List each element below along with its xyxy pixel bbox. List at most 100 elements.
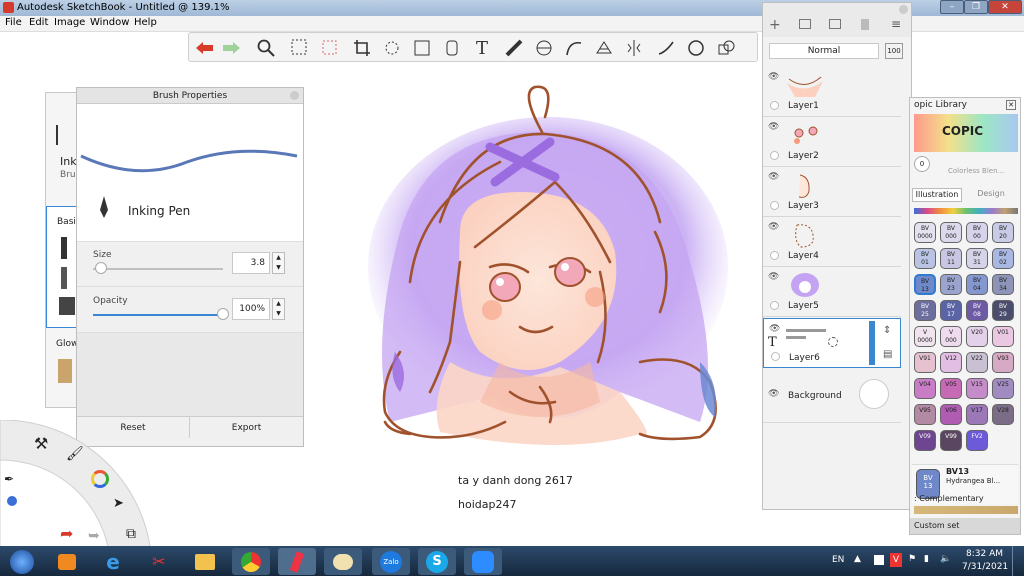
menu-help[interactable]: Help [134,17,157,28]
tab-illustration[interactable]: Illustration [912,188,962,202]
copic-swatch[interactable]: V20 [966,326,988,347]
size-value-input[interactable]: 3.8 [232,252,270,274]
distort-icon[interactable] [411,37,433,59]
select-icon[interactable] [289,37,311,59]
copic-swatch[interactable]: V25 [992,378,1014,399]
size-slider[interactable] [93,268,223,270]
visibility-eye-icon[interactable]: 👁 [768,272,779,282]
close-button[interactable]: ✕ [988,0,1022,14]
visibility-eye-icon[interactable]: 👁 [768,72,779,82]
opacity-stepper[interactable]: ▲ ▼ [272,298,285,320]
clock-time[interactable]: 8:32 AM [966,549,1003,559]
copic-swatch[interactable]: V01 [992,326,1014,347]
copic-close-icon[interactable]: ✕ [1006,100,1016,110]
layer-select-radio[interactable] [770,101,779,110]
visibility-eye-icon[interactable]: 👁 [768,389,779,399]
copic-swatch[interactable]: V05 [940,378,962,399]
media-player-icon[interactable] [48,548,86,575]
opacity-value-input[interactable]: 100% [232,298,270,320]
layer-item[interactable]: 👁 Layer5 [763,267,901,317]
custom-set-bar[interactable]: Custom set [910,518,1020,534]
current-color-dot[interactable] [7,496,17,506]
layer-options-icon[interactable]: ▤ [883,349,892,360]
show-desktop-button[interactable] [1012,546,1024,576]
copic-swatch[interactable]: V09 [914,430,936,451]
copic-swatch[interactable]: BV 20 [992,222,1014,243]
copic-swatch[interactable]: BV 23 [940,274,962,295]
tools-icon[interactable]: ⚒ [34,434,48,453]
copy-icon[interactable]: ⧉ [126,526,136,542]
transform-handle-icon[interactable] [828,337,838,347]
layer-item[interactable]: 👁 Layer3 [763,167,901,217]
copic-swatch[interactable]: V17 [966,404,988,425]
perspective-icon[interactable] [593,37,615,59]
layer-item[interactable]: 👁 Layer4 [763,217,901,267]
export-button[interactable]: Export [190,416,303,438]
sketchbook-icon[interactable] [278,548,316,575]
fill-icon[interactable] [441,37,463,59]
minimize-button[interactable]: – [940,0,964,14]
copic-swatch[interactable]: BV 08 [966,300,988,321]
copic-swatch[interactable]: V95 [914,404,936,425]
network-icon[interactable]: ▮ [924,554,929,564]
tray-app-icon[interactable] [874,555,884,565]
chrome-icon[interactable] [232,548,270,575]
lagoon-redo-icon[interactable]: ➥ [88,528,100,544]
visibility-eye-icon[interactable]: 👁 [768,122,779,132]
copic-swatch[interactable]: BV 02 [992,248,1014,269]
size-stepper[interactable]: ▲ ▼ [272,252,285,274]
size-slider-knob[interactable] [94,262,107,274]
copic-swatch[interactable]: V04 [914,378,936,399]
menu-image[interactable]: Image [54,17,85,28]
lasso-select-icon[interactable] [319,37,341,59]
layer-opacity-bar[interactable] [869,321,875,365]
text-icon[interactable]: T [471,37,493,59]
layer-select-radio[interactable] [770,301,779,310]
glow-brush-icon[interactable] [58,359,72,383]
copic-swatch[interactable]: V06 [940,404,962,425]
layers-close-icon[interactable] [899,5,908,14]
copic-swatch[interactable]: V 0000 [914,326,936,347]
layer-select-radio[interactable] [771,352,780,361]
delete-layer-icon[interactable] [861,19,869,30]
layer-menu-icon[interactable]: ≡ [891,17,901,31]
copic-swatch[interactable]: BV 00 [966,222,988,243]
opacity-slider[interactable] [93,314,223,316]
stroke-icon[interactable] [655,37,677,59]
maximize-button[interactable]: ❐ [964,0,988,14]
copic-swatch[interactable]: V28 [992,404,1014,425]
layer-select-radio[interactable] [770,201,779,210]
copic-swatch[interactable]: BV 11 [940,248,962,269]
explorer-icon[interactable] [186,548,224,575]
redo-icon[interactable] [221,37,243,59]
add-layer-icon[interactable]: + [769,17,781,33]
opacity-slider-knob[interactable] [217,308,229,320]
background-layer[interactable]: 👁 Background [763,369,901,423]
blend-mode-select[interactable]: Normal [769,43,879,59]
copic-swatch[interactable]: V93 [992,352,1014,373]
copic-swatch[interactable]: BV 29 [992,300,1014,321]
layer-item-selected[interactable]: 👁 T Layer6 [763,318,901,368]
start-button[interactable] [2,548,42,575]
copic-swatch[interactable]: BV 04 [966,274,988,295]
copic-swatch[interactable]: BV 0000 [914,222,936,243]
ie-icon[interactable]: e [94,548,132,575]
copic-swatch[interactable]: BV 17 [940,300,962,321]
copic-swatch[interactable]: V 000 [940,326,962,347]
ink-brush-icon[interactable] [61,267,67,289]
copic-swatch[interactable]: V15 [966,378,988,399]
visibility-eye-icon[interactable]: 👁 [768,222,779,232]
eraser-brush-icon[interactable] [59,297,75,315]
ellipse-icon[interactable] [685,37,707,59]
zoom-app-icon[interactable] [464,548,502,575]
copic-swatch[interactable]: BV 13 [914,274,936,295]
tab-design[interactable]: Design [966,188,1016,202]
reorder-layer-icon[interactable]: ⇕ [883,325,891,336]
panel-close-icon[interactable] [290,91,299,100]
shape-icon[interactable] [715,37,737,59]
transform-icon[interactable] [381,37,403,59]
copic-swatch[interactable]: V91 [914,352,936,373]
paint-icon[interactable] [324,548,362,575]
copic-family-strip[interactable] [914,208,1018,214]
brush-set-basic[interactable]: Basic [46,206,77,328]
